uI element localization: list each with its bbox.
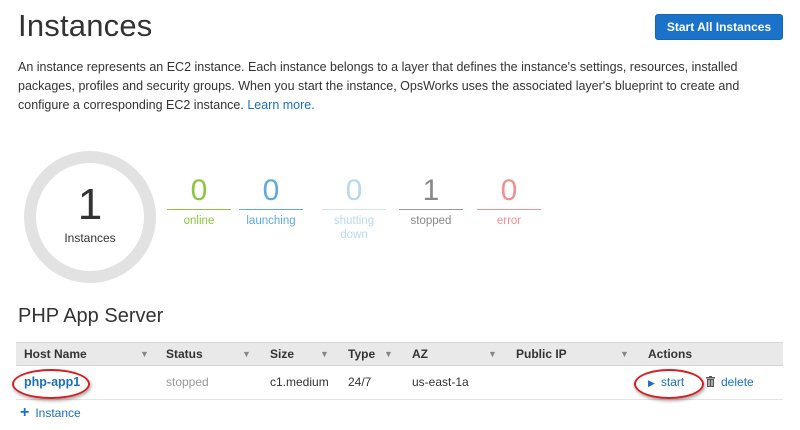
stat-online-count: 0 — [190, 174, 208, 207]
description-text: An instance represents an EC2 instance. … — [18, 60, 740, 112]
chevron-down-icon[interactable]: ▼ — [384, 343, 393, 365]
start-action[interactable]: ▶ start — [648, 366, 684, 399]
host-name-link[interactable]: php-app1 — [24, 366, 80, 399]
instance-type: 24/7 — [348, 375, 372, 389]
column-size[interactable]: Size — [270, 343, 294, 365]
chevron-down-icon[interactable]: ▼ — [488, 343, 497, 365]
add-instance-link[interactable]: + Instance — [20, 404, 81, 421]
stat-shutting-down-count: 0 — [345, 174, 363, 207]
stat-stopped-count: 1 — [422, 174, 440, 207]
stat-error-label: error — [496, 215, 522, 227]
play-icon: ▶ — [648, 378, 655, 388]
stat-online-bar — [167, 209, 231, 210]
table-row: php-app1 stopped c1.medium 24/7 us-east-… — [16, 366, 783, 400]
stat-shutting-down-label: shutting down — [333, 215, 375, 241]
column-public-ip[interactable]: Public IP — [516, 343, 567, 365]
instance-az: us-east-1a — [412, 375, 469, 389]
column-host-name[interactable]: Host Name — [24, 343, 87, 365]
start-action-label: start — [660, 375, 685, 389]
instances-total-label: Instances — [64, 231, 116, 245]
stat-error-bar — [477, 209, 541, 210]
stat-stopped-bar — [399, 209, 463, 210]
delete-action-label: delete — [721, 375, 754, 389]
column-type[interactable]: Type — [348, 343, 375, 365]
stat-launching-bar — [239, 209, 303, 210]
chevron-down-icon[interactable]: ▼ — [242, 343, 251, 365]
chevron-down-icon[interactable]: ▼ — [620, 343, 629, 365]
learn-more-link[interactable]: Learn more. — [247, 98, 314, 112]
delete-action[interactable]: delete — [706, 366, 754, 399]
stat-shutting-down-bar — [322, 209, 386, 210]
stat-launching-count: 0 — [262, 174, 280, 207]
page-title: Instances — [18, 8, 153, 43]
stat-launching-label: launching — [246, 215, 296, 227]
stat-launching: 0 launching — [239, 176, 303, 228]
chevron-down-icon[interactable]: ▼ — [140, 343, 149, 365]
instances-table: Host Name ▼ Status ▼ Size ▼ Type ▼ AZ ▼ … — [16, 342, 783, 400]
stat-stopped-label: stopped — [410, 215, 452, 227]
layer-title: PHP App Server — [18, 305, 164, 327]
plus-icon: + — [20, 404, 30, 421]
stat-error-count: 0 — [500, 174, 518, 207]
table-header: Host Name ▼ Status ▼ Size ▼ Type ▼ AZ ▼ … — [16, 342, 783, 366]
stat-online-label: online — [183, 215, 215, 227]
add-instance-label: Instance — [35, 406, 81, 420]
stat-stopped: 1 stopped — [399, 176, 463, 228]
instance-size: c1.medium — [270, 375, 329, 389]
stat-shutting-down: 0 shutting down — [322, 176, 386, 242]
start-all-instances-button[interactable]: Start All Instances — [655, 14, 783, 40]
instances-total-ring: 1 Instances — [24, 151, 156, 283]
instances-total-count: 1 — [77, 180, 103, 229]
chevron-down-icon[interactable]: ▼ — [320, 343, 329, 365]
trash-icon — [706, 376, 715, 387]
stat-online: 0 online — [167, 176, 231, 228]
column-actions: Actions — [648, 347, 693, 361]
instance-status: stopped — [166, 375, 209, 389]
column-status[interactable]: Status — [166, 343, 203, 365]
page-description: An instance represents an EC2 instance. … — [18, 58, 780, 115]
stat-error: 0 error — [477, 176, 541, 228]
column-az[interactable]: AZ — [412, 343, 428, 365]
